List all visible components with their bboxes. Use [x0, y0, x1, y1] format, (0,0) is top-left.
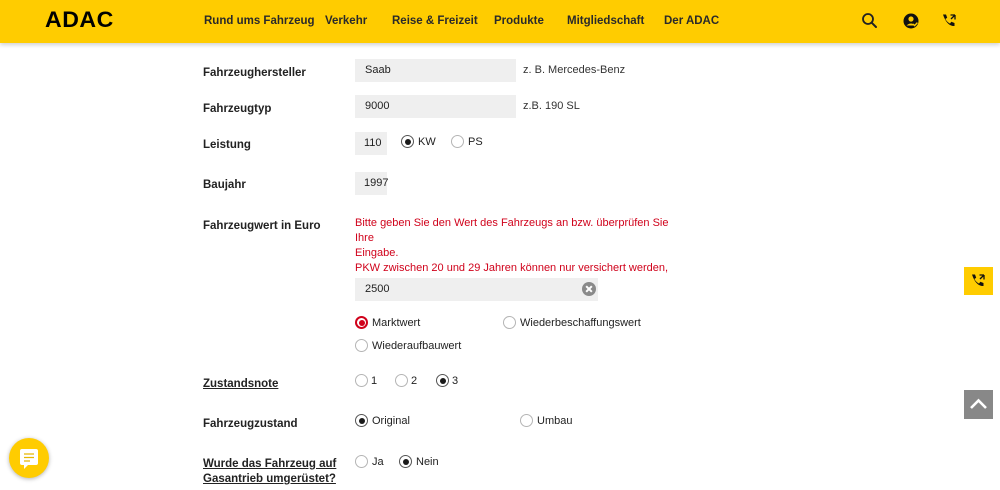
type-label: Fahrzeugtyp [203, 103, 272, 115]
power-label: Leistung [203, 139, 251, 151]
grade-2-label: 2 [411, 375, 418, 387]
nav-verkehr[interactable]: Verkehr [325, 15, 367, 27]
chat-icon [20, 449, 38, 469]
value-input[interactable]: 2500 [355, 278, 598, 301]
top-header: ADAC Rund ums Fahrzeug Verkehr Reise & F… [0, 0, 1000, 43]
grade-3-radio[interactable] [436, 374, 449, 387]
chat-button[interactable] [9, 438, 49, 478]
grade-2-radio[interactable] [395, 374, 408, 387]
manufacturer-input[interactable]: Saab [355, 59, 516, 82]
power-ps-radio[interactable] [451, 135, 464, 148]
gas-nein-label: Nein [416, 456, 439, 468]
nav-der-adac[interactable]: Der ADAC [664, 15, 719, 27]
clear-icon[interactable] [582, 282, 596, 296]
chevron-up-icon [970, 398, 987, 409]
adac-logo[interactable]: ADAC [45, 7, 114, 33]
account-icon[interactable] [902, 12, 920, 30]
scroll-top-button[interactable] [964, 390, 993, 419]
phone-icon [972, 274, 985, 287]
phone-icon[interactable] [940, 12, 958, 30]
condition-label: Fahrzeugzustand [203, 418, 298, 430]
nav-produkte[interactable]: Produkte [494, 15, 544, 27]
power-kw-label: KW [418, 136, 436, 148]
wiederaufbauwert-radio[interactable] [355, 339, 368, 352]
side-contact-button[interactable] [964, 267, 993, 295]
manufacturer-label: Fahrzeughersteller [203, 67, 306, 79]
wiederbeschaffungswert-radio[interactable] [503, 316, 516, 329]
year-input[interactable]: 1997 [355, 172, 388, 195]
grade-1-label: 1 [371, 375, 378, 387]
gas-ja-radio[interactable] [355, 455, 368, 468]
nav-mitgliedschaft[interactable]: Mitgliedschaft [567, 15, 644, 27]
year-label: Baujahr [203, 179, 246, 191]
type-hint: z.B. 190 SL [523, 100, 580, 112]
grade-3-label: 3 [452, 375, 459, 387]
marktwert-label: Marktwert [372, 317, 421, 329]
umbau-label: Umbau [537, 415, 573, 427]
wiederbeschaffungswert-label: Wiederbeschaffungswert [520, 317, 641, 329]
wiederaufbauwert-label: Wiederaufbauwert [372, 340, 462, 352]
power-ps-label: PS [468, 136, 483, 148]
value-label: Fahrzeugwert in Euro [203, 220, 321, 232]
nav-rund-ums-fahrzeug[interactable]: Rund ums Fahrzeug [204, 15, 315, 27]
type-input[interactable]: 9000 [355, 95, 516, 118]
power-kw-radio[interactable] [401, 135, 414, 148]
nav-reise-freizeit[interactable]: Reise & Freizeit [392, 15, 478, 27]
gas-label[interactable]: Wurde das Fahrzeug auf Gasantrieb umgerü… [203, 457, 336, 487]
original-label: Original [372, 415, 410, 427]
grade-1-radio[interactable] [355, 374, 368, 387]
umbau-radio[interactable] [520, 414, 533, 427]
marktwert-radio[interactable] [355, 316, 368, 329]
search-icon[interactable] [861, 12, 879, 30]
original-radio[interactable] [355, 414, 368, 427]
gas-ja-label: Ja [372, 456, 384, 468]
condition-grade-label[interactable]: Zustandsnote [203, 377, 278, 392]
gas-nein-radio[interactable] [399, 455, 412, 468]
power-input[interactable]: 110 [355, 132, 387, 155]
manufacturer-hint: z. B. Mercedes-Benz [523, 64, 626, 76]
